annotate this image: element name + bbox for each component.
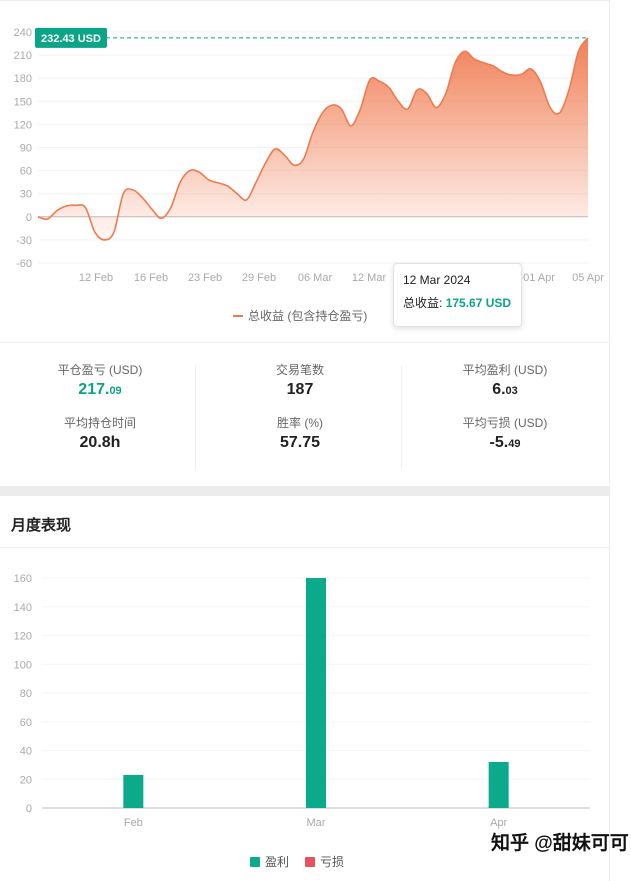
bar-y-tick-label: 100 xyxy=(14,659,32,671)
bar-y-tick-label: 20 xyxy=(20,774,32,786)
current-value-label: 232.43 USD xyxy=(41,33,101,45)
bar-y-tick-label: 120 xyxy=(14,631,32,643)
closed-pnl-value: 217.09 xyxy=(78,381,122,398)
y-tick-label: 0 xyxy=(26,212,32,224)
x-tick-label: 23 Feb xyxy=(188,272,222,284)
x-tick-label: 12 Mar xyxy=(352,272,387,284)
stats-col-1: 平仓盈亏 (USD) 217.09 平均持仓时间 20.8h xyxy=(0,361,200,454)
y-tick-label: -30 xyxy=(16,235,32,247)
tooltip-value: 175.67 USD xyxy=(445,296,512,310)
bar-y-tick-label: 40 xyxy=(20,746,32,758)
legend-loss-label: 亏损 xyxy=(320,855,345,869)
profit-bar xyxy=(306,578,326,808)
section-gap xyxy=(0,486,610,496)
x-tick-label: 16 Feb xyxy=(134,272,168,284)
bar-x-tick-label: Feb xyxy=(124,817,143,829)
chart-tooltip: 12 Mar 2024 总收益: 175.67 USD xyxy=(393,263,522,327)
y-tick-label: 240 xyxy=(14,27,32,39)
x-tick-label: 12 Feb xyxy=(79,272,113,284)
bar-x-tick-label: Mar xyxy=(307,817,326,829)
avg-loss-label: 平均亏损 (USD) xyxy=(462,416,548,430)
bar-y-tick-label: 80 xyxy=(20,688,32,700)
watermark: 知乎 @甜妹可可 xyxy=(491,833,629,854)
avg-loss-value: -5.49 xyxy=(489,434,521,451)
avg-hold-time-label: 平均持仓时间 xyxy=(63,416,136,430)
legend-profit-swatch xyxy=(250,856,260,867)
line-legend[interactable]: 总收益 (包含持仓盈亏) xyxy=(233,307,367,324)
profit-area xyxy=(38,37,588,240)
x-tick-label: 29 Feb xyxy=(242,272,276,284)
avg-profit-label: 平均盈利 (USD) xyxy=(462,363,548,377)
bar-y-tick-label: 160 xyxy=(14,573,32,585)
bar-y-tick-label: 0 xyxy=(26,803,32,815)
monthly-bar-chart[interactable]: 020406080100120140160Feb Mar Apr xyxy=(0,496,610,846)
legend-line-swatch xyxy=(233,314,243,317)
x-tick-label: 06 Mar xyxy=(298,272,333,284)
y-tick-label: 120 xyxy=(14,119,32,131)
trade-count-value: 187 xyxy=(286,381,314,398)
trade-count-label: 交易笔数 xyxy=(275,363,324,377)
profit-bar xyxy=(488,762,509,808)
x-tick-label: 05 Apr xyxy=(572,272,604,284)
avg-hold-time-value: 20.8h xyxy=(79,434,121,451)
bar-y-tick-label: 140 xyxy=(14,602,32,614)
tooltip-label: 总收益: xyxy=(403,296,443,310)
y-tick-label: 30 xyxy=(20,189,32,201)
legend-line-label: 总收益 (包含持仓盈亏) xyxy=(248,309,368,323)
stats-col-3: 平均盈利 (USD) 6.03 平均亏损 (USD) -5.49 xyxy=(405,361,605,454)
monthly-performance-card: 月度表现 0 20 40 60 80 100 120 140 160 Feb Mar Apr 盈利 亏… xyxy=(0,496,610,881)
bar-legend: 盈利 亏损 xyxy=(250,853,360,870)
stats-col-2: 交易笔数 187 胜率 (%) 57.75 xyxy=(200,361,400,454)
legend-loss[interactable]: 亏损 xyxy=(305,853,344,870)
profit-bar xyxy=(123,774,144,808)
y-tick-label: 180 xyxy=(14,73,32,85)
y-tick-label: 90 xyxy=(20,143,32,155)
bar-y-tick-label: 60 xyxy=(20,717,32,729)
profit-chart-card: 240 210 180 150 120 90 60 30 0 -30 -60 12 Feb 16 Feb… xyxy=(0,0,610,484)
y-tick-label: 60 xyxy=(20,166,32,178)
avg-profit-value: 6.03 xyxy=(492,381,518,398)
win-rate-label: 胜率 (%) xyxy=(277,416,323,430)
legend-loss-swatch xyxy=(305,856,316,867)
x-tick-label: 01 Apr xyxy=(523,272,555,284)
stats-separator xyxy=(195,365,196,469)
closed-pnl-label: 平仓盈亏 (USD) xyxy=(57,363,143,377)
legend-profit-label: 盈利 xyxy=(265,855,290,869)
y-tick-label: 210 xyxy=(14,50,32,62)
stats-separator xyxy=(401,365,402,469)
stats-panel: 平仓盈亏 (USD) 217.09 平均持仓时间 20.8h 交易笔数 187 … xyxy=(0,343,610,483)
y-tick-label: -60 xyxy=(16,258,32,270)
tooltip-date: 12 Mar 2024 xyxy=(403,273,471,287)
legend-profit[interactable]: 盈利 xyxy=(250,853,289,870)
y-tick-label: 150 xyxy=(14,96,32,108)
win-rate-value: 57.75 xyxy=(279,434,321,451)
